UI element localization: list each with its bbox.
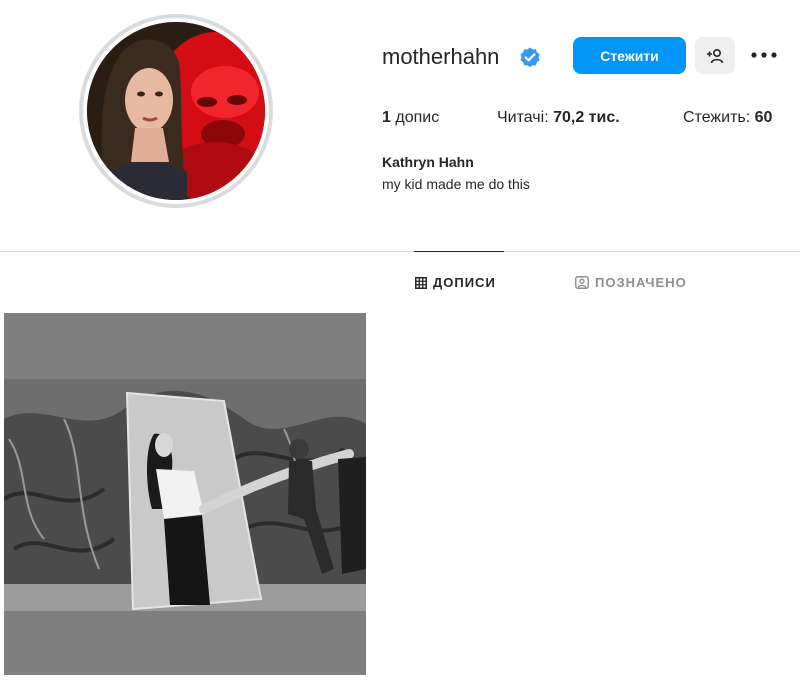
profile-full-name: Kathryn Hahn bbox=[382, 154, 474, 170]
more-horizontal-icon bbox=[751, 52, 777, 58]
profile-bio: my kid made me do this bbox=[382, 176, 530, 192]
following-value: 60 bbox=[754, 109, 773, 126]
active-tab-indicator bbox=[414, 251, 504, 252]
tab-tagged-label: ПОЗНАЧЕНО bbox=[595, 275, 687, 290]
followers-label: Читачі: bbox=[497, 109, 549, 126]
avatar-image bbox=[87, 22, 265, 200]
person-add-icon bbox=[707, 48, 724, 63]
posts-count-value: 1 bbox=[382, 109, 391, 126]
posts-count: 1 допис bbox=[382, 109, 439, 127]
follow-button[interactable]: Стежити bbox=[573, 37, 686, 74]
followers-count[interactable]: Читачі: 70,2 тис. bbox=[497, 109, 620, 127]
tab-tagged[interactable]: ПОЗНАЧЕНО bbox=[575, 275, 687, 290]
more-options-button[interactable] bbox=[748, 40, 780, 70]
tagged-icon bbox=[575, 276, 589, 289]
verified-badge-icon bbox=[520, 47, 540, 68]
avatar-frame bbox=[83, 18, 269, 204]
tabs-divider bbox=[0, 251, 800, 252]
tab-posts[interactable]: ДОПИСИ bbox=[415, 275, 496, 290]
following-count[interactable]: Стежить: 60 bbox=[683, 109, 772, 127]
post-image bbox=[4, 379, 366, 611]
tab-posts-label: ДОПИСИ bbox=[433, 275, 496, 290]
profile-username: motherhahn bbox=[382, 44, 500, 69]
followers-value: 70,2 тис. bbox=[553, 109, 620, 126]
suggested-accounts-button[interactable] bbox=[695, 37, 735, 74]
posts-count-label: допис bbox=[395, 109, 440, 126]
post-thumbnail[interactable] bbox=[4, 313, 366, 675]
grid-icon bbox=[415, 276, 427, 289]
profile-avatar[interactable] bbox=[79, 14, 273, 208]
following-label: Стежить: bbox=[683, 109, 751, 126]
avatar-illustration bbox=[87, 22, 265, 200]
